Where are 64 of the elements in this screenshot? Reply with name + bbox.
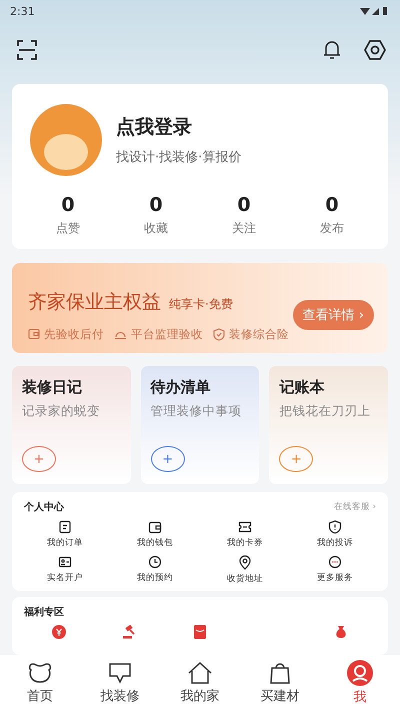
tool-card[interactable]: 装修日记 记录家的蜕变 + (12, 366, 131, 484)
stat-count: 0 (149, 194, 163, 216)
service-item-label[interactable]: 我的预约 (137, 572, 173, 584)
status-icons (360, 6, 390, 16)
card-icon (28, 328, 40, 340)
section-title: 个人中心 (24, 500, 64, 514)
location-pin-icon (238, 555, 252, 570)
tool-subtitle: 管理装修中事项 (150, 403, 243, 420)
settings-icon[interactable] (364, 39, 386, 61)
status-time: 2:31 (10, 4, 35, 18)
membership-banner[interactable]: 齐家保业主权益 纯享卡·免费 先验收后付 平台监理验收 装修综合险 查看详情 › (12, 263, 388, 353)
banner-title: 齐家保业主权益 (28, 290, 161, 312)
tool-title: 待办清单 (150, 378, 212, 397)
stat-count: 0 (61, 194, 75, 216)
service-item-label[interactable]: 更多服务 (317, 572, 353, 584)
nav-tab[interactable]: 首页 (0, 655, 80, 711)
more-icon (328, 555, 342, 569)
service-item-label[interactable]: 实名开户 (47, 572, 83, 584)
benefit-label: 装修综合险 (229, 326, 289, 342)
banner-tag: 纯享卡·免费 (169, 296, 233, 310)
tool-subtitle: 把钱花在刀刃上 (279, 403, 372, 420)
tool-title: 记账本 (279, 378, 326, 397)
stat-count: 0 (325, 194, 339, 216)
tool-subtitle: 记录家的蜕变 (22, 403, 101, 420)
alert-shield-icon (328, 520, 342, 534)
nav-tab[interactable]: 买建材 (240, 655, 320, 711)
home-icon (187, 661, 213, 685)
add-button[interactable]: + (150, 446, 185, 472)
profile-icon (347, 660, 373, 686)
profile-subtitle: 找设计·找装修·算报价 (116, 149, 242, 166)
coin-icon (52, 625, 66, 639)
nav-tab[interactable]: 我的家 (160, 655, 240, 711)
service-item-label[interactable]: 我的钱包 (137, 537, 173, 549)
money-bag-icon (334, 625, 348, 639)
ticket-icon (238, 520, 252, 534)
stat-label[interactable]: 收藏 (144, 220, 168, 237)
id-card-icon (58, 555, 72, 569)
wallet-icon (148, 520, 162, 534)
scan-icon[interactable] (16, 39, 38, 61)
tool-card[interactable]: 记账本 把钱花在刀刃上 + (269, 366, 388, 484)
speech-bubble-icon (107, 661, 133, 685)
clock-icon (148, 555, 162, 569)
stat-label[interactable]: 发布 (320, 220, 344, 237)
shield-icon (213, 328, 225, 340)
service-item-label[interactable]: 收货地址 (227, 573, 263, 585)
shopping-bag-icon (267, 661, 293, 685)
benefit-label: 平台监理验收 (131, 326, 203, 342)
stat-label[interactable]: 点赞 (56, 220, 80, 237)
tool-title: 装修日记 (22, 378, 83, 397)
document-icon (58, 520, 72, 534)
stat-label[interactable]: 关注 (232, 220, 256, 237)
notification-bell-icon[interactable] (322, 39, 342, 61)
envelope-icon (194, 625, 206, 639)
nav-tab[interactable]: 我 (320, 655, 400, 711)
benefit-label: 先验收后付 (44, 326, 104, 342)
tool-card[interactable]: 待办清单 管理装修中事项 + (140, 366, 260, 484)
nav-tab[interactable]: 找装修 (80, 655, 160, 711)
service-item-label[interactable]: 我的投诉 (317, 537, 353, 549)
stat-count: 0 (237, 194, 251, 216)
service-item-label[interactable]: 我的订单 (47, 537, 83, 549)
login-link[interactable]: 点我登录 (116, 114, 242, 140)
service-item-label[interactable]: 我的卡券 (227, 537, 263, 549)
bear-head-icon (27, 661, 53, 685)
section-title: 福利专区 (24, 606, 65, 619)
